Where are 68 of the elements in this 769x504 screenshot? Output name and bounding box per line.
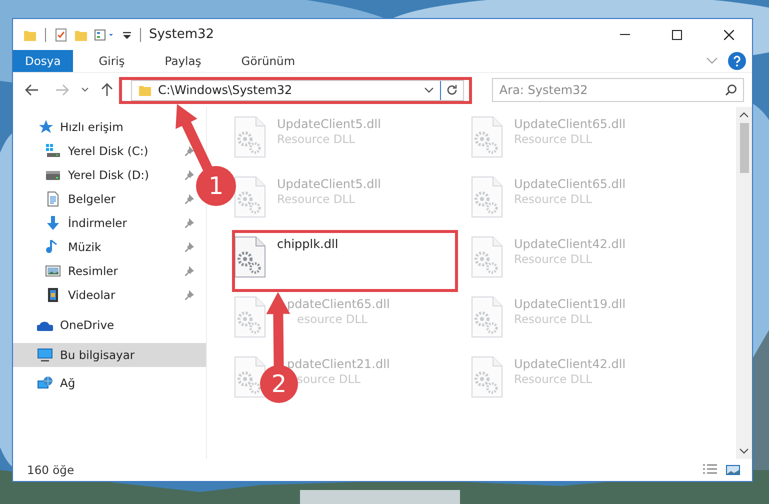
search-field[interactable]: Ara: System32 <box>492 78 744 102</box>
pin-icon[interactable] <box>184 146 194 156</box>
file-type: Resource DLL <box>514 132 592 146</box>
file-type: source DLL <box>297 372 361 386</box>
file-type: Resource DLL <box>514 252 592 266</box>
dll-file-icon <box>233 115 267 159</box>
sidebar-item[interactable]: Bu bilgisayar <box>13 343 206 367</box>
ribbon-tab[interactable]: Paylaş <box>150 50 216 72</box>
dll-file-icon <box>233 295 267 339</box>
sidebar-item[interactable]: Yerel Disk (D:) <box>13 163 154 187</box>
address-path: C:\Windows\System32 <box>158 83 292 97</box>
pin-icon[interactable] <box>184 290 194 300</box>
dll-file-icon <box>470 235 504 279</box>
large-icons-view-icon[interactable] <box>726 464 740 476</box>
search-icon <box>725 84 737 96</box>
scroll-thumb[interactable] <box>740 123 748 173</box>
file-type: Resource DLL <box>277 132 356 146</box>
window-title: System32 <box>149 27 214 42</box>
ribbon-tab[interactable]: Görünüm <box>227 50 310 72</box>
folder-icon <box>138 83 152 97</box>
dropdown-icon[interactable] <box>424 87 434 93</box>
sidebar-item[interactable]: Müzik <box>13 235 106 259</box>
download-icon <box>45 215 61 231</box>
recent-locations-icon[interactable] <box>81 87 89 93</box>
sidebar-item[interactable]: OneDrive <box>13 313 118 337</box>
pc-icon <box>37 347 53 363</box>
sidebar-item[interactable]: Ağ <box>13 371 80 395</box>
file-type: Resource DLL <box>514 192 592 206</box>
sidebar-item[interactable]: Videolar <box>13 283 120 307</box>
ribbon-tab[interactable]: Dosya <box>13 50 73 72</box>
minimize-icon <box>620 34 630 35</box>
star-icon <box>37 119 53 135</box>
scrollbar[interactable] <box>736 107 752 459</box>
pin-icon[interactable] <box>184 170 194 180</box>
sidebar-item[interactable]: İndirmeler <box>13 211 131 235</box>
file-type: esource DLL <box>297 312 368 326</box>
dll-file-icon <box>470 115 504 159</box>
dll-file-icon <box>233 175 267 219</box>
sidebar-item[interactable]: Resimler <box>13 259 122 283</box>
help-icon[interactable] <box>728 50 746 72</box>
pin-icon[interactable] <box>184 218 194 228</box>
dll-file-icon <box>233 355 267 399</box>
maximize-icon <box>672 30 682 40</box>
file-type: Resource DLL <box>514 312 592 326</box>
sidebar-item[interactable]: Belgeler <box>13 187 120 211</box>
pictures-icon <box>45 263 61 279</box>
windisk-icon <box>45 143 61 159</box>
dll-file-icon <box>470 295 504 339</box>
doc-icon <box>45 191 61 207</box>
pin-icon[interactable] <box>184 242 194 252</box>
pin-icon[interactable] <box>184 266 194 276</box>
ribbon-tab[interactable]: Giriş <box>84 50 139 72</box>
checklist-icon[interactable] <box>54 28 68 42</box>
sidebar-item[interactable]: Yerel Disk (C:) <box>13 139 152 163</box>
properties-icon[interactable] <box>94 28 116 42</box>
sidebar-item[interactable]: Hızlı erişim <box>13 115 128 139</box>
dll-file-icon <box>470 175 504 219</box>
dll-file-icon <box>233 235 267 279</box>
network-icon <box>37 375 53 391</box>
close-icon <box>724 30 734 40</box>
file-type: Resource DLL <box>514 372 592 386</box>
dll-file-icon <box>470 355 504 399</box>
details-view-icon[interactable] <box>702 464 718 476</box>
video-icon <box>45 287 61 303</box>
item-count: 160 öğe <box>27 463 74 477</box>
file-name[interactable]: chipplk.dll <box>277 237 338 251</box>
file-type: Resource DLL <box>277 192 356 206</box>
pin-icon[interactable] <box>184 194 194 204</box>
